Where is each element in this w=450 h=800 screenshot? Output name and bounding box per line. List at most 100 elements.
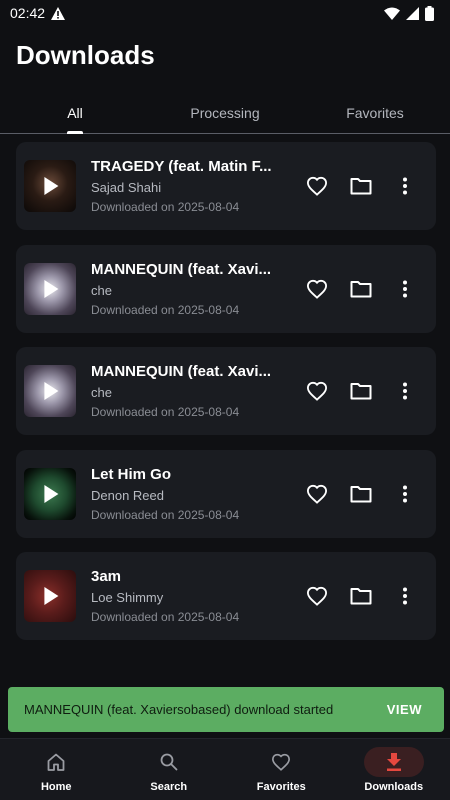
heart-icon <box>306 279 328 299</box>
album-art[interactable] <box>24 365 76 417</box>
nav-favorites[interactable]: Favorites <box>225 739 338 800</box>
track-actions <box>304 552 418 640</box>
download-date: Downloaded on 2025-08-04 <box>91 200 240 214</box>
album-art[interactable] <box>24 160 76 212</box>
track-artist: che <box>91 282 112 298</box>
track-title: 3am <box>91 568 122 585</box>
track-artist: Loe Shimmy <box>91 590 164 605</box>
download-item[interactable]: Let Him Go Denon Reed Downloaded on 2025… <box>16 449 436 538</box>
more-options-button[interactable] <box>392 276 418 302</box>
status-right <box>384 5 434 21</box>
track-actions <box>304 142 418 230</box>
track-info: 3am Loe Shimmy Downloaded on 2025-08-04 <box>91 568 281 624</box>
track-artist: che <box>91 385 112 400</box>
download-item[interactable]: MANNEQUIN (feat. Xavi... che Downloaded … <box>16 244 436 333</box>
nav-downloads[interactable]: Downloads <box>338 739 450 800</box>
track-artist: Denon Reed <box>91 487 164 503</box>
track-actions <box>304 450 418 538</box>
play-icon <box>44 279 59 298</box>
play-icon <box>44 484 59 503</box>
heart-icon <box>306 381 328 401</box>
download-date: Downloaded on 2025-08-04 <box>91 610 240 624</box>
more-vert-icon <box>403 177 407 195</box>
status-left: 02:42 <box>10 5 66 21</box>
tab-bar: All Processing Favorites <box>0 92 450 134</box>
heart-icon <box>306 176 328 196</box>
nav-downloads-label: Downloads <box>364 781 424 793</box>
track-info: MANNEQUIN (feat. Xavi... che Downloaded … <box>91 363 281 419</box>
search-icon <box>160 753 178 771</box>
nav-search-label: Search <box>150 781 188 793</box>
more-options-button[interactable] <box>392 583 418 609</box>
snackbar-message: MANNEQUIN (feat. Xaviersobased) download… <box>24 702 334 717</box>
open-folder-button[interactable] <box>348 583 374 609</box>
open-folder-button[interactable] <box>348 276 374 302</box>
play-icon <box>44 587 59 605</box>
signal-icon <box>406 6 419 20</box>
album-art[interactable] <box>24 570 76 622</box>
download-date: Downloaded on 2025-08-04 <box>91 302 240 317</box>
album-art[interactable] <box>24 262 76 315</box>
download-date: Downloaded on 2025-08-04 <box>91 507 240 522</box>
download-icon <box>386 753 401 771</box>
folder-icon <box>350 383 372 400</box>
status-bar: 02:42 <box>0 0 450 26</box>
track-title: MANNEQUIN (feat. Xavi... <box>91 260 272 278</box>
wifi-icon <box>384 7 400 20</box>
nav-downloads-icon-wrap <box>363 747 424 777</box>
tab-favorites[interactable]: Favorites <box>300 92 450 133</box>
download-item[interactable]: 3am Loe Shimmy Downloaded on 2025-08-04 <box>16 552 436 640</box>
track-title: Let Him Go <box>91 465 172 483</box>
more-options-button[interactable] <box>392 378 418 404</box>
folder-icon <box>350 588 372 605</box>
favorite-button[interactable] <box>304 173 330 199</box>
downloads-list: TRAGEDY (feat. Matin F... Sajad Shahi Do… <box>16 142 436 655</box>
track-title: TRAGEDY (feat. Matin F... <box>91 158 272 175</box>
download-date: Downloaded on 2025-08-04 <box>91 405 240 419</box>
heart-icon <box>306 484 328 504</box>
play-icon <box>44 382 59 400</box>
track-actions <box>304 347 418 435</box>
nav-home[interactable]: Home <box>0 739 113 800</box>
download-item[interactable]: TRAGEDY (feat. Matin F... Sajad Shahi Do… <box>16 142 436 230</box>
warning-icon <box>51 6 66 20</box>
home-icon <box>47 753 65 771</box>
nav-favorites-label: Favorites <box>256 781 306 793</box>
play-icon <box>44 177 59 195</box>
open-folder-button[interactable] <box>348 481 374 507</box>
album-art[interactable] <box>24 467 76 520</box>
heart-icon <box>306 586 328 606</box>
nav-search[interactable]: Search <box>113 739 226 800</box>
track-info: TRAGEDY (feat. Matin F... Sajad Shahi Do… <box>91 158 281 214</box>
nav-home-icon-wrap <box>26 747 86 777</box>
nav-favorites-icon-wrap <box>251 747 311 777</box>
track-artist: Sajad Shahi <box>91 180 162 195</box>
download-item[interactable]: MANNEQUIN (feat. Xavi... che Downloaded … <box>16 347 436 435</box>
more-vert-icon <box>403 587 407 605</box>
status-time: 02:42 <box>10 5 46 21</box>
more-vert-icon <box>403 485 407 502</box>
heart-icon <box>272 753 291 771</box>
track-title: MANNEQUIN (feat. Xavi... <box>91 363 272 380</box>
snackbar-view-button[interactable]: VIEW <box>387 702 422 717</box>
favorite-button[interactable] <box>304 583 330 609</box>
tab-all[interactable]: All <box>0 92 150 134</box>
track-actions <box>304 245 418 333</box>
track-info: MANNEQUIN (feat. Xavi... che Downloaded … <box>91 261 281 317</box>
favorite-button[interactable] <box>304 481 330 507</box>
open-folder-button[interactable] <box>348 173 374 199</box>
more-vert-icon <box>403 382 407 400</box>
more-options-button[interactable] <box>392 173 418 199</box>
tab-processing[interactable]: Processing <box>150 92 300 133</box>
nav-search-icon-wrap <box>139 747 199 777</box>
folder-icon <box>350 178 372 195</box>
open-folder-button[interactable] <box>348 378 374 404</box>
more-options-button[interactable] <box>392 481 418 507</box>
page-title: Downloads <box>16 40 155 70</box>
favorite-button[interactable] <box>304 276 330 302</box>
nav-home-label: Home <box>40 781 72 793</box>
favorite-button[interactable] <box>304 378 330 404</box>
folder-icon <box>350 485 372 502</box>
folder-icon <box>350 280 372 297</box>
track-info: Let Him Go Denon Reed Downloaded on 2025… <box>91 466 281 522</box>
